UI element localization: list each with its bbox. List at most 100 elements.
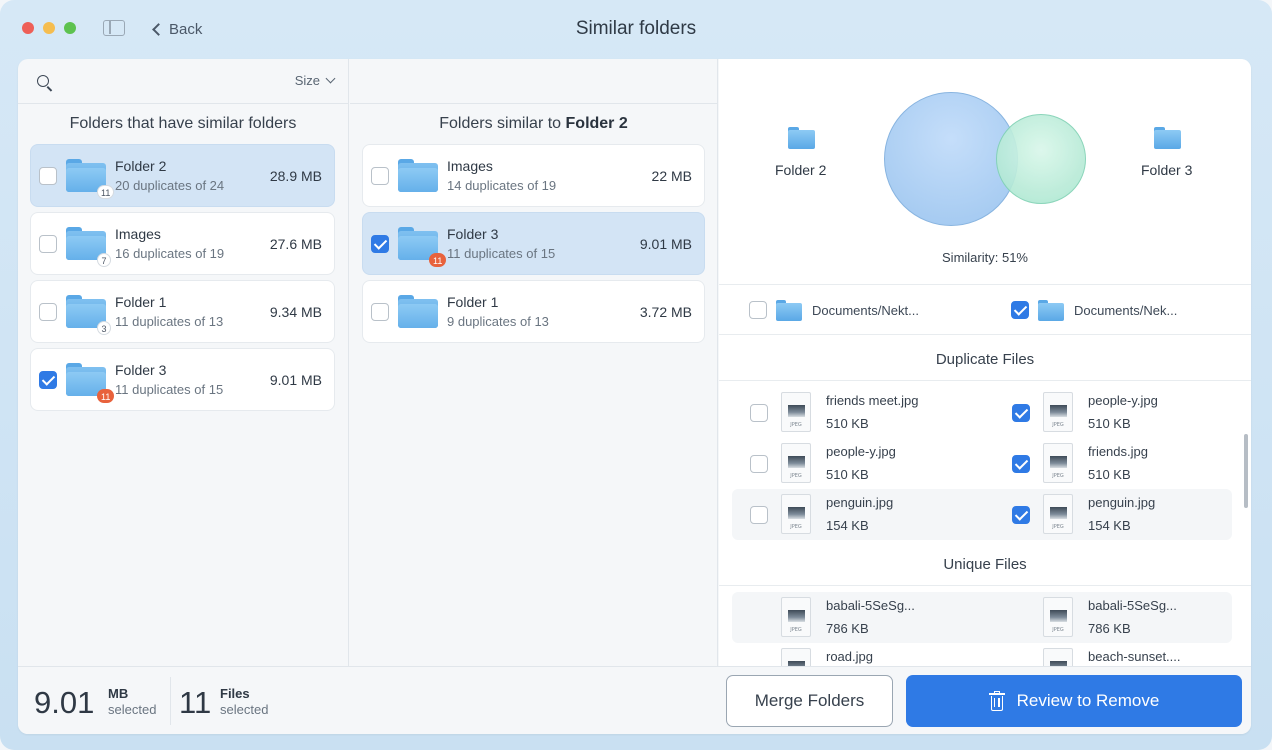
search-icon[interactable] (37, 75, 49, 87)
folder-duplicates: 11 duplicates of 15 (447, 246, 556, 261)
folder-icon (398, 159, 438, 192)
left-folder-list: 11 Folder 2 20 duplicates of 24 28.9 MB 7 Ima… (18, 144, 348, 411)
file-item[interactable]: friends meet.jpg 510 KB (732, 387, 982, 438)
selected-files-unit: Files (220, 686, 250, 701)
unique-files-title: Unique Files (719, 540, 1251, 586)
left-path-checkbox[interactable] (749, 301, 767, 319)
review-to-remove-button[interactable]: Review to Remove (906, 675, 1242, 727)
folder-checkbox[interactable] (39, 303, 57, 321)
folder-row[interactable]: 11 Folder 3 11 duplicates of 15 9.01 MB (362, 212, 705, 275)
folder-row[interactable]: 11 Folder 3 11 duplicates of 15 9.01 MB (30, 348, 335, 411)
jpg-file-icon (1043, 392, 1073, 432)
title-bar: Back Similar folders (0, 0, 1272, 58)
file-checkbox[interactable] (750, 404, 768, 422)
jpg-file-icon (1043, 494, 1073, 534)
chevron-down-icon (325, 73, 336, 84)
file-item[interactable]: penguin.jpg 154 KB (994, 489, 1244, 540)
file-name: beach-sunset.... (1088, 649, 1181, 664)
footer-divider (170, 677, 171, 725)
middle-header-prefix: Folders similar to (439, 115, 562, 132)
file-item[interactable]: people-y.jpg 510 KB (732, 438, 982, 489)
duplicate-count-badge: 3 (97, 321, 111, 335)
duplicate-count-badge: 11 (429, 253, 447, 267)
folder-name: Folder 3 (115, 362, 167, 378)
left-path-text: Documents/Nekt... (812, 302, 919, 318)
left-path-item[interactable]: Documents/Nekt... (749, 285, 919, 335)
folder-size: 22 MB (651, 168, 692, 184)
file-checkbox[interactable] (1012, 404, 1030, 422)
file-pair-row: penguin.jpg 154 KB penguin.jpg 154 KB (732, 489, 1232, 540)
search-bar: Size (18, 59, 348, 104)
right-path-text: Documents/Nek... (1074, 302, 1178, 318)
similarity-label: Similarity: 51% (942, 250, 1028, 265)
folder-size: 9.01 MB (269, 372, 322, 388)
file-name: penguin.jpg (826, 495, 894, 510)
file-checkbox[interactable] (1012, 455, 1030, 473)
file-checkbox[interactable] (750, 455, 768, 473)
review-to-remove-label: Review to Remove (1016, 691, 1160, 710)
folder-row[interactable]: 11 Folder 2 20 duplicates of 24 28.9 MB (30, 144, 335, 207)
folder-checkbox[interactable] (39, 167, 57, 185)
venn-circle-right (996, 114, 1086, 204)
right-path-checkbox[interactable] (1011, 301, 1029, 319)
folder-icon (1038, 299, 1064, 321)
scrollbar-thumb[interactable] (1244, 434, 1248, 508)
sort-label: Size (294, 73, 320, 88)
folder-name: Images (115, 226, 161, 242)
folder-duplicates: 9 duplicates of 13 (447, 314, 549, 329)
folder-row[interactable]: Images 14 duplicates of 19 22 MB (362, 144, 705, 207)
file-checkbox[interactable] (750, 506, 768, 524)
selected-size-label: selected (108, 702, 157, 717)
file-name: road.jpg (826, 649, 873, 664)
file-size: 510 KB (826, 467, 869, 482)
folder-paths-row: Documents/Nekt... Documents/Nek... (719, 285, 1251, 335)
folder-checkbox[interactable] (39, 235, 57, 253)
folder-duplicates: 11 duplicates of 13 (115, 314, 224, 329)
file-item[interactable]: babali-5SeSg... 786 KB (994, 592, 1244, 643)
folder-row[interactable]: Folder 1 9 duplicates of 13 3.72 MB (362, 280, 705, 343)
folder-checkbox[interactable] (371, 167, 389, 185)
file-name: friends.jpg (1088, 444, 1148, 459)
jpg-file-icon (781, 494, 811, 534)
folder-duplicates: 14 duplicates of 19 (447, 178, 557, 193)
file-name: friends meet.jpg (826, 393, 919, 408)
selected-files-value: 11 (179, 685, 212, 720)
folder-size: 9.34 MB (269, 304, 322, 320)
folder-name: Folder 1 (115, 294, 167, 310)
file-size: 510 KB (1088, 467, 1131, 482)
folder-size: 3.72 MB (639, 304, 692, 320)
folder-row[interactable]: 7 Images 16 duplicates of 19 27.6 MB (30, 212, 335, 275)
venn-right-label: Folder 3 (1141, 162, 1193, 178)
footer-bar: 9.01 MB selected 11 Files selected Merge… (18, 666, 1251, 734)
folder-icon (788, 127, 815, 149)
folder-icon (1154, 127, 1181, 149)
folder-name: Folder 3 (447, 226, 499, 242)
folder-checkbox[interactable] (371, 235, 389, 253)
similar-folders-panel: Folders similar to Folder 2 Images 14 dup… (350, 59, 718, 666)
file-pair-row: babali-5SeSg... 786 KB babali-5SeSg... 786 … (732, 592, 1232, 643)
venn-diagram: Folder 2 Folder 3 Similarity: 51% (719, 59, 1251, 285)
file-name: babali-5SeSg... (1088, 598, 1177, 613)
sort-dropdown[interactable]: Size (294, 73, 336, 88)
middle-folder-list: Images 14 duplicates of 19 22 MB 11 Folder 3… (350, 144, 717, 343)
file-checkbox[interactable] (1012, 506, 1030, 524)
folder-checkbox[interactable] (371, 303, 389, 321)
right-path-item[interactable]: Documents/Nek... (1011, 285, 1177, 335)
file-size: 154 KB (826, 518, 869, 533)
app-window: Back Similar folders Size Folders that h… (0, 0, 1272, 750)
merge-folders-button[interactable]: Merge Folders (726, 675, 893, 727)
folder-row[interactable]: 3 Folder 1 11 duplicates of 13 9.34 MB (30, 280, 335, 343)
folder-icon (398, 295, 438, 328)
folder-duplicates: 11 duplicates of 15 (115, 382, 224, 397)
file-item[interactable]: penguin.jpg 154 KB (732, 489, 982, 540)
file-item[interactable]: people-y.jpg 510 KB (994, 387, 1244, 438)
folder-checkbox[interactable] (39, 371, 57, 389)
selected-size-value: 9.01 (34, 685, 95, 720)
merge-folders-label: Merge Folders (754, 691, 865, 710)
file-size: 510 KB (826, 416, 869, 431)
middle-panel-header: Folders similar to Folder 2 (350, 104, 717, 144)
file-item[interactable]: babali-5SeSg... 786 KB (732, 592, 982, 643)
file-name: penguin.jpg (1088, 495, 1156, 510)
file-size: 510 KB (1088, 416, 1131, 431)
file-item[interactable]: friends.jpg 510 KB (994, 438, 1244, 489)
